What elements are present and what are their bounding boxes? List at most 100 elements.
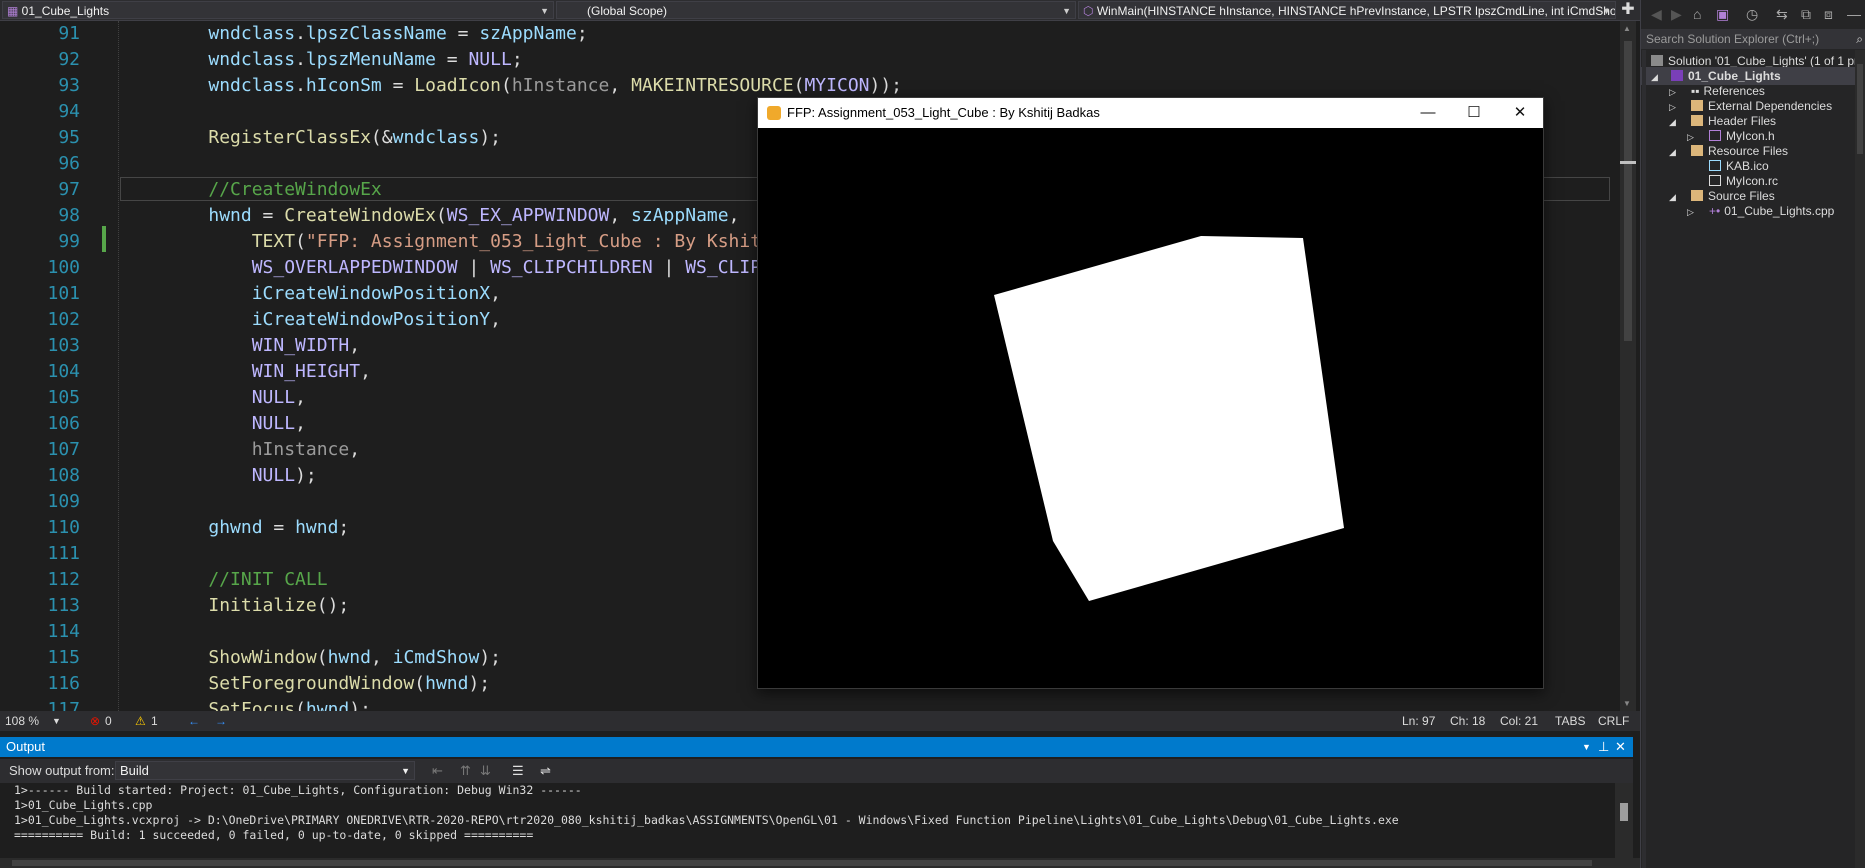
tabs-indicator[interactable]: TABS bbox=[1555, 711, 1585, 731]
split-editor-button[interactable]: ✚ bbox=[1618, 0, 1638, 20]
panel-menu-chevron-icon[interactable]: ▼ bbox=[1582, 737, 1591, 757]
line-number: 95 bbox=[58, 127, 80, 148]
error-icon[interactable]: ⊗ bbox=[90, 711, 100, 731]
line-number: 100 bbox=[47, 257, 80, 278]
line-number: 96 bbox=[58, 153, 80, 174]
line-number: 93 bbox=[58, 75, 80, 96]
expand-arrow-icon[interactable]: ◢ bbox=[1669, 143, 1681, 161]
tree-item-main-cpp[interactable]: ▷ +• 01_Cube_Lights.cpp bbox=[1687, 202, 1834, 220]
code-line[interactable]: SetFocus(hwnd); bbox=[165, 697, 902, 711]
expand-arrow-icon[interactable]: ◢ bbox=[1669, 113, 1681, 131]
project-icon bbox=[1671, 70, 1683, 81]
clear-all-icon[interactable]: ☰ bbox=[512, 759, 524, 783]
line-number: 108 bbox=[47, 465, 80, 486]
line-number: 91 bbox=[58, 23, 80, 44]
scope-dropdown-label: (Global Scope) bbox=[587, 4, 668, 18]
char-indicator[interactable]: Ch: 18 bbox=[1450, 711, 1485, 731]
horizontal-scrollbar[interactable] bbox=[0, 858, 1640, 868]
app-title-bar[interactable]: FFP: Assignment_053_Light_Cube : By Kshi… bbox=[758, 98, 1543, 128]
function-dropdown[interactable]: ⬡ WinMain(HINSTANCE hInstance, HINSTANCE… bbox=[1078, 1, 1616, 19]
close-button[interactable]: ✕ bbox=[1497, 98, 1543, 128]
caret-position-marker bbox=[1620, 161, 1636, 164]
line-ending-indicator[interactable]: CRLF bbox=[1598, 711, 1629, 731]
tree-item-label: References bbox=[1703, 84, 1765, 98]
line-number: 106 bbox=[47, 413, 80, 434]
minimize-button[interactable]: — bbox=[1405, 98, 1451, 128]
solution-icon bbox=[1651, 55, 1663, 66]
line-number: 94 bbox=[58, 101, 80, 122]
expand-arrow-icon[interactable]: ◢ bbox=[1669, 188, 1681, 206]
output-scrollbar-thumb[interactable] bbox=[1620, 803, 1628, 821]
line-number: 102 bbox=[47, 309, 80, 330]
error-count[interactable]: 0 bbox=[105, 711, 112, 731]
line-number: 116 bbox=[47, 673, 80, 694]
line-number-gutter: 91 92 93 94 95 96 97 98 99 100 101 102 103 104 105 106 1… bbox=[20, 21, 80, 711]
scrollbar-thumb[interactable] bbox=[1624, 41, 1632, 341]
tree-item-label: Header Files bbox=[1708, 114, 1777, 128]
line-number: 112 bbox=[47, 569, 80, 590]
line-number-indicator[interactable]: Ln: 97 bbox=[1402, 711, 1435, 731]
output-source-dropdown[interactable]: Build ▼ bbox=[115, 761, 415, 780]
column-indicator[interactable]: Col: 21 bbox=[1500, 711, 1538, 731]
output-panel-title-bar[interactable]: Output ▼ ⊥ ✕ bbox=[0, 737, 1633, 757]
zoom-level[interactable]: 108 % bbox=[5, 711, 39, 731]
home-icon[interactable]: ⌂ bbox=[1693, 0, 1701, 28]
warning-icon[interactable]: ⚠ bbox=[135, 711, 146, 731]
project-dropdown-label: 01_Cube_Lights bbox=[21, 4, 110, 18]
expand-arrow-icon[interactable]: ◢ bbox=[1651, 68, 1663, 86]
project-dropdown[interactable]: ▦ 01_Cube_Lights ▼ bbox=[2, 1, 554, 19]
collapse-arrow-icon[interactable]: ▷ bbox=[1687, 203, 1699, 221]
change-marker bbox=[102, 226, 106, 252]
forward-icon[interactable]: ▶ bbox=[1671, 0, 1682, 28]
render-viewport[interactable] bbox=[758, 128, 1543, 688]
output-scrollbar[interactable] bbox=[1615, 783, 1633, 858]
switch-views-icon[interactable]: ▣ bbox=[1716, 0, 1729, 28]
show-all-files-icon[interactable]: ⧈ bbox=[1824, 0, 1833, 28]
navigate-back-icon[interactable]: ← bbox=[188, 711, 200, 731]
next-message-icon[interactable]: ⇊ bbox=[480, 759, 491, 783]
references-icon: ▪▪ bbox=[1691, 84, 1700, 98]
scope-dropdown[interactable]: (Global Scope) ▼ bbox=[556, 1, 1076, 19]
pin-icon[interactable]: ⊥ bbox=[1598, 737, 1609, 757]
search-icon[interactable]: ⌕ bbox=[1856, 29, 1863, 49]
properties-icon[interactable]: — bbox=[1847, 0, 1861, 28]
scroll-up-arrow-icon[interactable]: ▲ bbox=[1623, 24, 1631, 33]
maximize-button[interactable]: ☐ bbox=[1451, 98, 1497, 128]
tree-item-label: Resource Files bbox=[1708, 144, 1789, 158]
navigate-forward-icon[interactable]: → bbox=[215, 711, 227, 731]
previous-message-icon[interactable]: ⇈ bbox=[460, 759, 471, 783]
tree-item-label: KAB.ico bbox=[1726, 159, 1769, 173]
collapse-all-icon[interactable]: ⧉ bbox=[1801, 0, 1811, 28]
solution-search-box[interactable]: Search Solution Explorer (Ctrl+;) ⌕ bbox=[1641, 29, 1865, 49]
word-wrap-icon[interactable]: ⇌ bbox=[540, 759, 551, 783]
navigation-bar: ▦ 01_Cube_Lights ▼ (Global Scope) ▼ ⬡ Wi… bbox=[0, 0, 1640, 21]
horizontal-scrollbar-thumb[interactable] bbox=[12, 860, 1592, 866]
chevron-down-icon: ▼ bbox=[401, 766, 410, 776]
code-line[interactable]: wndclass.hIconSm = LoadIcon(hInstance, M… bbox=[165, 73, 902, 99]
code-line[interactable]: wndclass.lpszClassName = szAppName; bbox=[165, 21, 902, 47]
solution-explorer-scrollbar-thumb[interactable] bbox=[1857, 64, 1863, 154]
code-line[interactable]: wndclass.lpszMenuName = NULL; bbox=[165, 47, 902, 73]
editor-vertical-scrollbar[interactable]: ▲ ▼ bbox=[1620, 21, 1636, 711]
line-number: 105 bbox=[47, 387, 80, 408]
tree-item-label: External Dependencies bbox=[1708, 99, 1833, 113]
sync-icon[interactable]: ⇆ bbox=[1776, 0, 1788, 28]
pending-changes-icon[interactable]: ◷ bbox=[1746, 0, 1758, 28]
resource-file-icon bbox=[1709, 175, 1721, 186]
output-text-area[interactable]: 1>------ Build started: Project: 01_Cube… bbox=[0, 783, 1615, 858]
find-message-icon[interactable]: ⇤ bbox=[432, 759, 443, 783]
warning-count[interactable]: 1 bbox=[151, 711, 158, 731]
scroll-down-arrow-icon[interactable]: ▼ bbox=[1623, 699, 1631, 708]
back-icon[interactable]: ◀ bbox=[1651, 0, 1662, 28]
solution-explorer-scrollbar[interactable] bbox=[1855, 50, 1865, 868]
line-number: 101 bbox=[47, 283, 80, 304]
app-window-title: FFP: Assignment_053_Light_Cube : By Kshi… bbox=[787, 105, 1100, 120]
chevron-down-icon: ▼ bbox=[1602, 6, 1611, 16]
zoom-chevron-down-icon[interactable]: ▼ bbox=[52, 711, 61, 731]
close-panel-icon[interactable]: ✕ bbox=[1615, 737, 1626, 757]
folder-icon bbox=[1691, 190, 1703, 201]
line-number: 98 bbox=[58, 205, 80, 226]
line-number: 111 bbox=[47, 543, 80, 564]
folder-icon bbox=[1691, 100, 1703, 111]
opengl-app-window[interactable]: FFP: Assignment_053_Light_Cube : By Kshi… bbox=[757, 97, 1544, 689]
